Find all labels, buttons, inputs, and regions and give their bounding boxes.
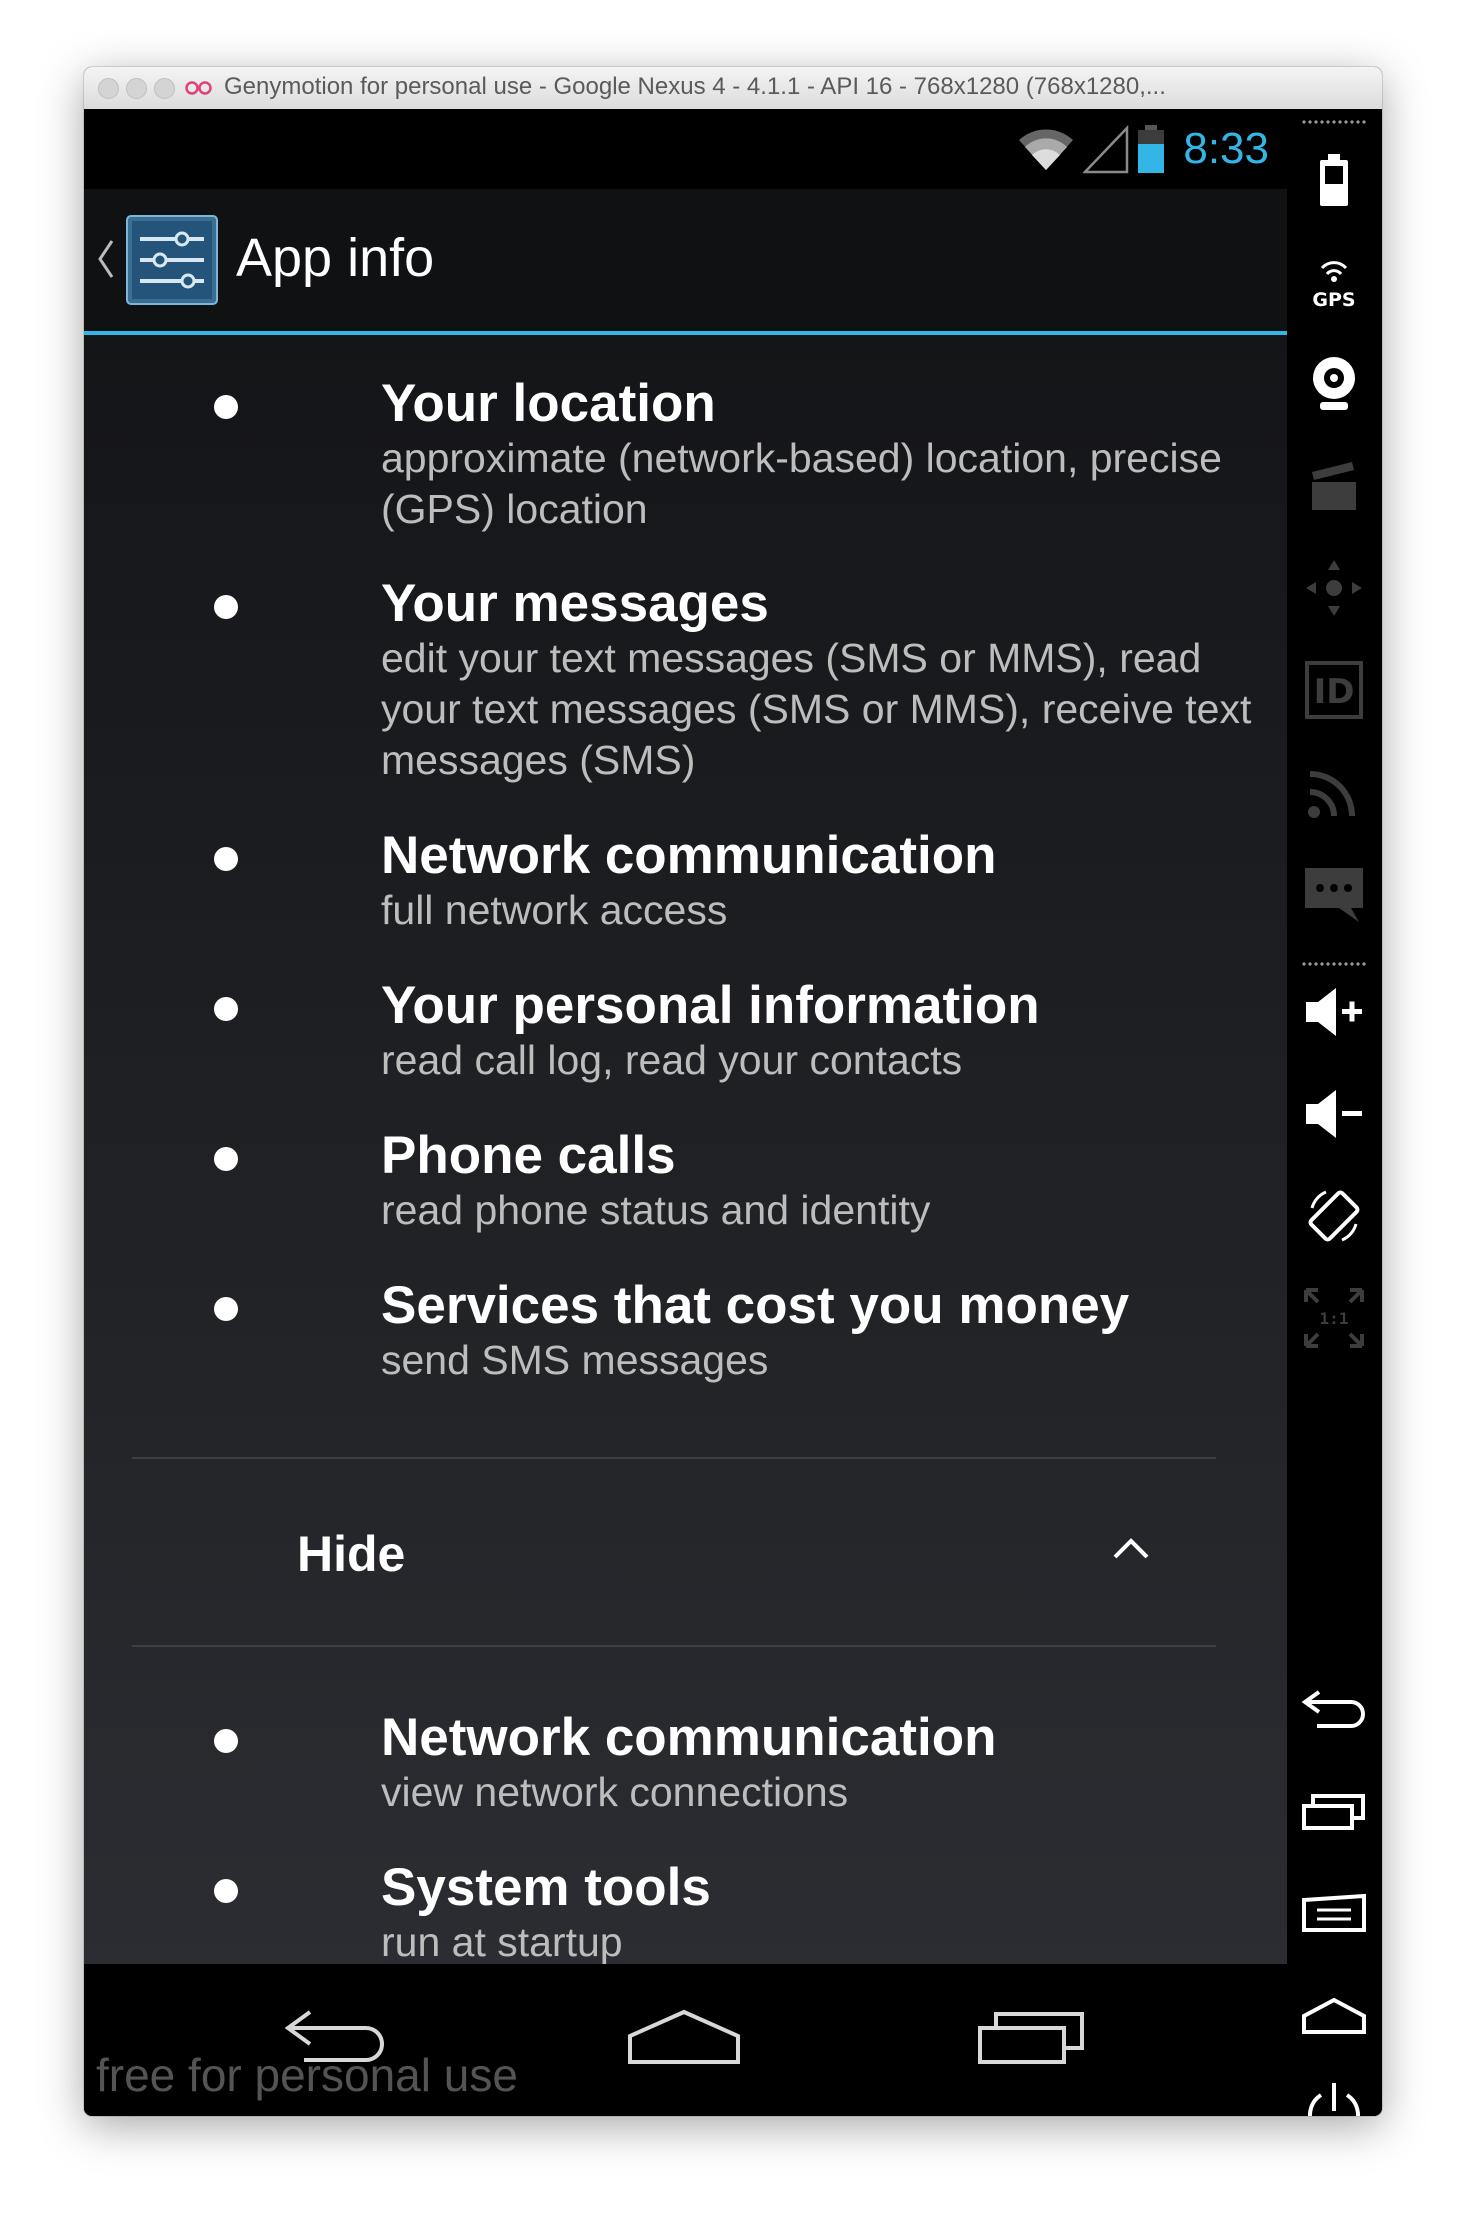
permission-title: System tools — [381, 1858, 711, 1917]
volume-up-icon — [1306, 988, 1362, 1036]
zoom-window-button[interactable] — [154, 78, 175, 99]
pixel-perfect-button[interactable]: 1:1 — [1301, 1285, 1367, 1351]
bullet — [214, 595, 238, 619]
volume-up-button[interactable] — [1301, 979, 1367, 1045]
close-window-button[interactable] — [98, 78, 119, 99]
sms-widget-button[interactable] — [1301, 861, 1367, 927]
permission-description: run at startup — [381, 1919, 623, 1964]
recents-icon — [1302, 1794, 1365, 1830]
gps-label: GPS — [1312, 289, 1355, 310]
scale-label: 1:1 — [1320, 1309, 1349, 1328]
camera-widget-button[interactable] — [1301, 351, 1367, 417]
watermark: free for personal use — [96, 2049, 518, 2101]
battery-widget-button[interactable] — [1301, 147, 1367, 213]
camera-widget-icon — [1313, 357, 1355, 410]
page-title: App info — [236, 228, 435, 288]
toolbar-grip — [1301, 961, 1367, 967]
navigation-bar: free for personal use — [84, 1964, 1287, 2116]
bullet — [214, 997, 238, 1021]
home-icon — [1302, 1997, 1366, 2034]
bullet — [214, 1879, 238, 1903]
battery-icon — [1138, 125, 1165, 173]
bullet — [214, 395, 238, 419]
up-caret-icon[interactable] — [94, 235, 118, 283]
back-button[interactable] — [1301, 1677, 1367, 1743]
pixel-perfect-icon: 1:1 — [1304, 1288, 1364, 1348]
media-widget-icon — [1312, 462, 1356, 510]
permission-description: view network connections — [381, 1769, 849, 1815]
battery-widget-icon — [1320, 154, 1348, 206]
media-widget-button[interactable] — [1301, 453, 1367, 519]
window-title: Genymotion for personal use - Google Nex… — [224, 73, 1166, 100]
dpad-widget-icon — [1306, 560, 1362, 616]
id-label: ID — [1314, 672, 1355, 712]
bullet — [214, 847, 238, 871]
toolbar-grip — [1301, 119, 1367, 125]
home-icon[interactable] — [624, 2006, 744, 2070]
permission-title: Services that cost you money — [381, 1276, 1130, 1335]
rotate-button[interactable] — [1301, 1183, 1367, 1249]
volume-down-icon — [1306, 1090, 1362, 1138]
bullet — [214, 1297, 238, 1321]
recents-button[interactable] — [1301, 1779, 1367, 1845]
status-clock: 8:33 — [1183, 124, 1269, 173]
minimize-window-button[interactable] — [126, 78, 147, 99]
permissions-list[interactable]: Your location approximate (network-based… — [84, 335, 1287, 1964]
permission-description: approximate (network-based) location, pr… — [381, 435, 1222, 532]
device-id-widget-button[interactable]: ID — [1301, 657, 1367, 723]
device-id-widget-icon: ID — [1305, 661, 1363, 719]
recents-icon[interactable] — [974, 2006, 1090, 2070]
permission-description: edit your text messages (SMS or MMS), re… — [381, 635, 1252, 783]
menu-button[interactable] — [1301, 1881, 1367, 1947]
genymotion-logo-icon — [185, 81, 212, 95]
wifi-icon — [1019, 129, 1074, 170]
network-widget-icon — [1308, 771, 1355, 818]
permission-description: send SMS messages — [381, 1337, 769, 1383]
volume-down-button[interactable] — [1301, 1081, 1367, 1147]
back-icon — [1301, 1690, 1365, 1728]
hide-toggle-button[interactable]: Hide — [84, 1459, 1287, 1645]
permission-title: Your personal information — [381, 976, 1040, 1035]
hide-label: Hide — [297, 1526, 406, 1582]
bullet — [214, 1147, 238, 1171]
cell-signal-icon — [1083, 124, 1129, 174]
network-widget-button[interactable] — [1301, 759, 1367, 825]
permission-description: read call log, read your contacts — [381, 1037, 963, 1083]
permission-title: Your messages — [381, 574, 769, 633]
power-button[interactable] — [1301, 2079, 1367, 2116]
android-screen: 8:33 App info Your location approximate … — [84, 109, 1287, 2116]
permission-title: Network communication — [381, 826, 997, 885]
divider — [132, 1645, 1216, 1647]
permission-title: Phone calls — [381, 1126, 676, 1185]
sms-widget-icon — [1305, 868, 1363, 922]
genymotion-toolbar: GPS ID 1:1 — [1287, 109, 1382, 2116]
dpad-widget-button[interactable] — [1301, 555, 1367, 621]
permission-description: read phone status and identity — [381, 1187, 931, 1233]
permission-title: Your location — [381, 374, 716, 433]
window-titlebar[interactable]: Genymotion for personal use - Google Nex… — [84, 67, 1382, 110]
home-button[interactable] — [1301, 1983, 1367, 2049]
status-bar: 8:33 — [84, 109, 1287, 189]
gps-widget-icon: GPS — [1312, 261, 1356, 310]
bullet — [214, 1729, 238, 1753]
gps-widget-button[interactable]: GPS — [1301, 249, 1367, 315]
menu-icon — [1302, 1894, 1366, 1932]
chevron-up-icon — [1113, 1538, 1149, 1559]
genymotion-window: Genymotion for personal use - Google Nex… — [84, 67, 1382, 2116]
permission-description: full network access — [381, 887, 728, 933]
action-bar: App info — [84, 189, 1287, 335]
permission-title: Network communication — [381, 1708, 997, 1767]
power-icon — [1308, 2083, 1360, 2116]
settings-sliders-icon[interactable] — [126, 215, 218, 305]
rotate-icon — [1308, 1190, 1360, 1242]
